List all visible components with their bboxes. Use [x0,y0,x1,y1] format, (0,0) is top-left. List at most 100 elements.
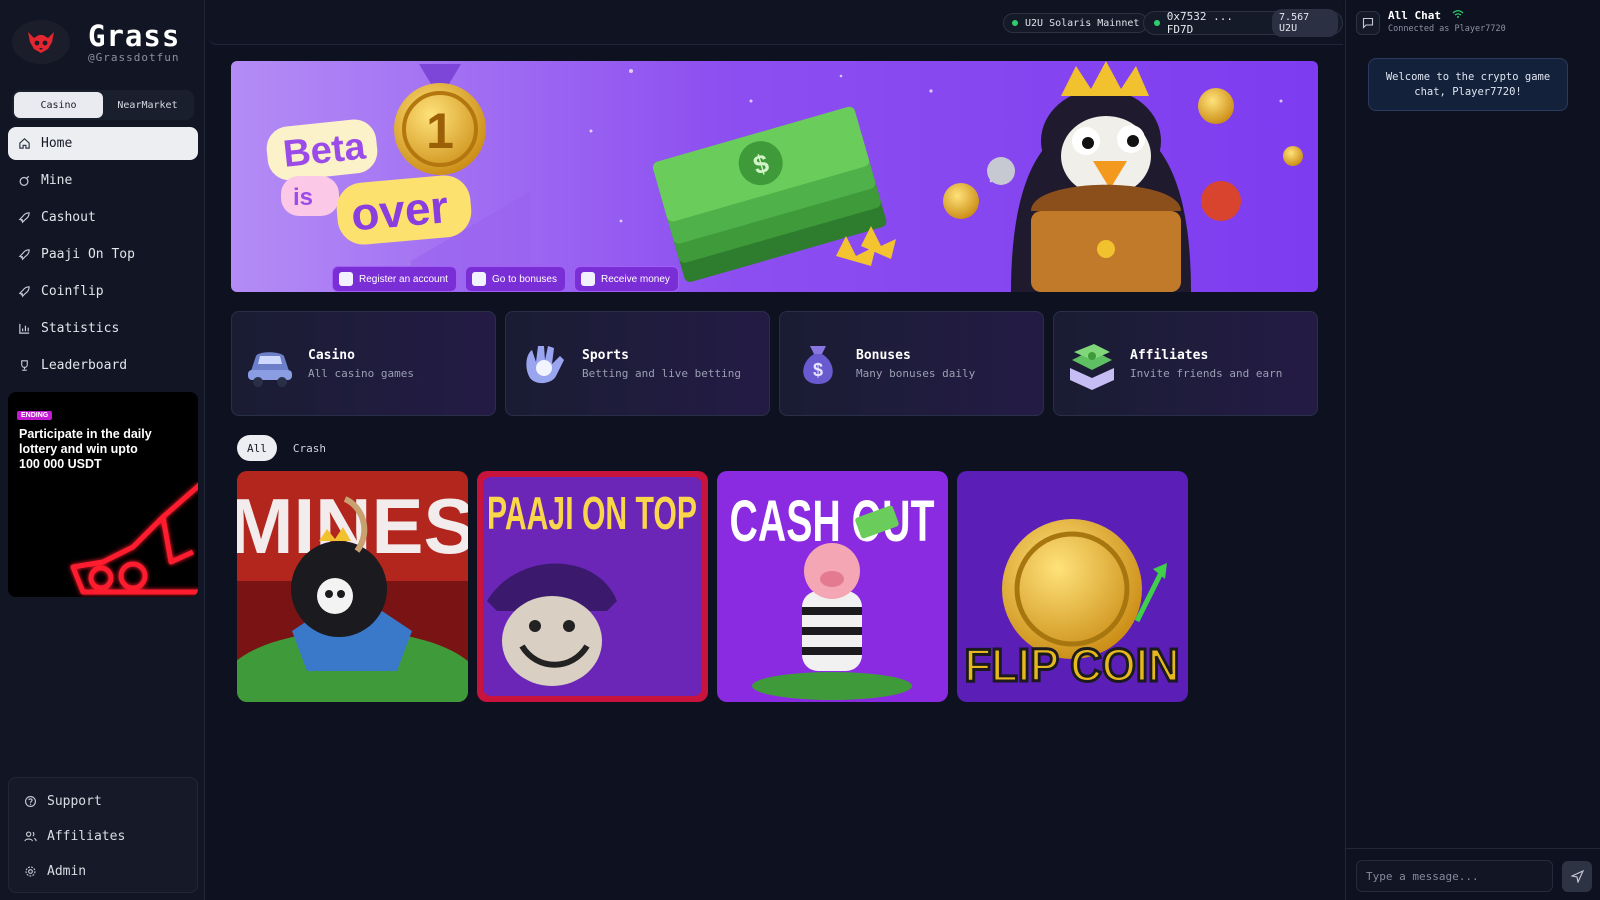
chat-connection-status: Connected as Player7720 [1388,24,1506,34]
game-filter-tabs: All Crash [237,435,342,461]
banner-headline-is: is [293,184,313,211]
brand[interactable]: Grass @Grassdotfun [12,20,180,64]
status-dot-icon [1012,20,1018,26]
category-subtitle: All casino games [308,366,414,380]
sidebar-item-label: Statistics [41,321,120,336]
mode-casino-button[interactable]: Casino [14,92,103,118]
sidebar-item-admin[interactable]: Admin [9,854,197,889]
promo-text: Participate in the daily lottery and win… [19,427,152,471]
wallet-balance: 7.567 U2U [1272,9,1338,37]
wallet-button[interactable]: 0x7532 ... FD7D 7.567 U2U [1143,9,1343,37]
glove-icon [526,345,564,383]
banner-action-label: Go to bonuses [491,273,557,285]
chat-header: All Chat Connected as Player7720 [1356,9,1506,35]
sidebar-item-support[interactable]: Support [9,784,197,819]
sidebar-item-leaderboard[interactable]: Leaderboard [8,349,198,382]
gift-icon [471,272,486,286]
game-card-flip-coin[interactable]: FLIP COIN [957,471,1188,702]
sidebar-item-coinflip[interactable]: Coinflip [8,275,198,308]
flip-coin-thumbnail: FLIP COIN [957,471,1188,702]
category-subtitle: Invite friends and earn [1130,366,1283,380]
home-icon [19,138,30,149]
chat-welcome-message: Welcome to the crypto game chat, Player7… [1368,58,1568,111]
neon-fox-icon [70,483,198,595]
category-subtitle: Many bonuses daily [856,366,976,380]
sidebar-item-mine[interactable]: Mine [8,164,198,197]
category-title: Sports [582,347,629,363]
wifi-icon [1452,10,1464,18]
game-title: FLIP COIN [965,639,1180,691]
banner-action-label: Register an account [359,273,448,285]
sidebar-item-home[interactable]: Home [8,127,198,160]
receive-money-button[interactable]: Receive money [574,266,679,292]
tab-crash[interactable]: Crash [283,435,336,461]
gear-icon [339,272,353,286]
fox-icon [12,20,70,64]
rocket-icon [18,286,30,298]
chat-message-input[interactable] [1356,860,1553,892]
car-icon [248,351,292,387]
sidebar-footer-nav: Support Affiliates Admin [8,777,198,893]
chat-title-text: All Chat [1388,9,1441,22]
top-bar: U2U Solaris Mainnet 0x7532 ... FD7D 7.56… [206,0,1343,45]
register-account-button[interactable]: Register an account [332,266,457,292]
banner-action-label: Receive money [601,273,670,285]
chat-input-bar [1346,848,1600,900]
category-title: Affiliates [1130,347,1209,363]
sidebar-item-label: Home [41,136,73,151]
go-to-bonuses-button[interactable]: Go to bonuses [464,266,566,292]
beta-over-illustration: 1 Beta is over $ [231,61,1318,292]
game-title: PAAJI ON TOP [487,487,697,539]
mode-nearmarket-button[interactable]: NearMarket [103,92,192,118]
rocket-icon [18,249,30,261]
game-card-cashout[interactable]: CASH OUT [717,471,948,702]
mines-thumbnail: MINES [237,471,468,702]
tab-all[interactable]: All [237,435,277,461]
category-title: Casino [308,347,355,363]
sidebar-item-affiliates[interactable]: Affiliates [9,819,197,854]
category-card-bonuses[interactable]: $ Bonuses Many bonuses daily [779,311,1044,416]
lottery-promo-card[interactable]: ENDING Participate in the daily lottery … [8,392,198,597]
category-cards: Casino All casino games Sports Betting a… [231,311,1318,416]
banner-actions: Register an account Go to bonuses Receiv… [332,266,687,292]
sidebar-item-statistics[interactable]: Statistics [8,312,198,345]
sidebar-item-cashout[interactable]: Cashout [8,201,198,234]
mine-icon [19,175,30,186]
network-selector[interactable]: U2U Solaris Mainnet [1003,13,1149,33]
sidebar-item-paaji-on-top[interactable]: Paaji On Top [8,238,198,271]
chat-title: All Chat [1388,9,1506,22]
chart-icon [19,323,30,334]
category-card-sports[interactable]: Sports Betting and live betting [505,311,770,416]
chat-bubble-icon[interactable] [1356,11,1380,35]
sidebar-item-label: Paaji On Top [41,247,135,262]
sidebar: Grass @Grassdotfun Casino NearMarket Hom… [0,0,205,900]
gear-icon [25,866,36,877]
game-grid: MINES PAAJI ON TOP CASH OUT FLIP COIN [237,471,1197,702]
game-card-paaji-on-top[interactable]: PAAJI ON TOP [477,471,708,702]
cashout-thumbnail: CASH OUT [717,471,948,702]
paaji-thumbnail: PAAJI ON TOP [477,471,708,702]
game-card-mines[interactable]: MINES [237,471,468,702]
send-icon [1570,870,1584,883]
category-card-affiliates[interactable]: Affiliates Invite friends and earn [1053,311,1318,416]
hero-banner[interactable]: 1 Beta is over $ Register an account Go … [231,61,1318,292]
sidebar-item-label: Affiliates [47,829,126,844]
sidebar-nav: Home Mine Cashout Paaji On Top Coinflip … [8,127,198,386]
category-card-casino[interactable]: Casino All casino games [231,311,496,416]
category-subtitle: Betting and live betting [582,366,741,380]
sidebar-item-label: Support [47,794,102,809]
wallet-address: 0x7532 ... FD7D [1166,10,1233,36]
svg-text:$: $ [813,360,823,380]
users-icon [24,831,37,842]
category-title: Bonuses [856,347,911,363]
status-dot-icon [1154,20,1160,26]
mode-toggle: Casino NearMarket [12,90,194,120]
send-button[interactable] [1562,861,1592,892]
sidebar-item-label: Admin [47,864,87,879]
network-name: U2U Solaris Mainnet [1025,17,1140,29]
chat-panel: All Chat Connected as Player7720 Welcome… [1345,0,1600,900]
trophy-icon [21,360,28,371]
medal-number: 1 [426,103,454,159]
promo-badge: ENDING [17,411,53,420]
sidebar-item-label: Coinflip [41,284,104,299]
